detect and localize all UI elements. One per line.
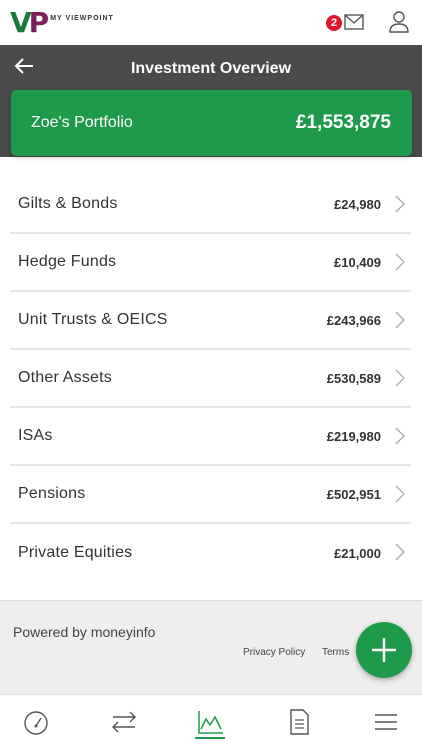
logo-mark: VP <box>10 6 49 39</box>
asset-value: £24,980 <box>334 196 381 212</box>
transfer-icon <box>112 711 136 733</box>
nav-dashboard[interactable] <box>22 709 52 735</box>
portfolio-total: £1,553,875 <box>295 112 391 133</box>
asset-list: Gilts & Bonds £24,980 Hedge Funds £10,40… <box>10 176 411 582</box>
app-header: VP MY VIEWPOINT 2 <box>0 0 422 45</box>
asset-value: £530,589 <box>326 370 381 386</box>
chevron-right-icon <box>395 543 405 561</box>
add-button[interactable] <box>356 622 412 678</box>
asset-value: £502,951 <box>326 486 381 502</box>
asset-name: Private Equities <box>18 544 133 561</box>
portfolio-card[interactable]: Zoe's Portfolio £1,553,875 <box>11 90 412 156</box>
nav-menu[interactable] <box>372 709 402 735</box>
asset-row-unit-trusts[interactable]: Unit Trusts & OEICS £243,966 <box>10 292 411 350</box>
dashboard-icon <box>24 711 48 735</box>
privacy-policy-link[interactable]: Privacy Policy <box>243 647 305 658</box>
chevron-right-icon <box>395 369 405 387</box>
chart-icon <box>198 711 223 734</box>
asset-row-gilts-bonds[interactable]: Gilts & Bonds £24,980 <box>10 176 411 234</box>
message-count-badge: 2 <box>326 15 342 31</box>
menu-icon <box>375 714 397 730</box>
plus-icon <box>372 638 396 662</box>
powered-by-text: Powered by moneyinfo <box>13 624 156 640</box>
chevron-right-icon <box>395 485 405 503</box>
asset-name: ISAs <box>18 427 53 444</box>
messages-button[interactable]: 2 <box>326 12 366 36</box>
asset-name: Unit Trusts & OEICS <box>18 311 168 328</box>
asset-name: Other Assets <box>18 369 112 386</box>
nav-transfers[interactable] <box>110 709 140 735</box>
asset-value: £219,980 <box>326 428 381 444</box>
logo[interactable]: VP MY VIEWPOINT <box>10 8 114 38</box>
mail-icon <box>344 14 364 30</box>
user-icon[interactable] <box>389 11 409 33</box>
nav-investments[interactable] <box>195 709 227 739</box>
asset-name: Pensions <box>18 485 86 502</box>
document-icon <box>290 709 309 735</box>
page-title: Investment Overview <box>130 60 292 77</box>
asset-value: £10,409 <box>334 254 381 270</box>
chevron-right-icon <box>395 427 405 445</box>
asset-row-other-assets[interactable]: Other Assets £530,589 <box>10 350 411 408</box>
asset-row-pensions[interactable]: Pensions £502,951 <box>10 466 411 524</box>
portfolio-name: Zoe's Portfolio <box>31 114 133 131</box>
logo-text: MY VIEWPOINT <box>50 14 114 22</box>
chevron-right-icon <box>395 311 405 329</box>
asset-name: Gilts & Bonds <box>18 195 118 212</box>
terms-link[interactable]: Terms <box>322 647 349 658</box>
bottom-nav <box>0 694 422 750</box>
asset-value: £243,966 <box>326 312 381 328</box>
asset-value: £21,000 <box>334 545 381 561</box>
asset-row-private-equities[interactable]: Private Equities £21,000 <box>10 524 411 582</box>
nav-documents[interactable] <box>286 709 316 735</box>
asset-row-isas[interactable]: ISAs £219,980 <box>10 408 411 466</box>
chevron-right-icon <box>395 195 405 213</box>
asset-row-hedge-funds[interactable]: Hedge Funds £10,409 <box>10 234 411 292</box>
chevron-right-icon <box>395 253 405 271</box>
asset-name: Hedge Funds <box>18 253 117 270</box>
